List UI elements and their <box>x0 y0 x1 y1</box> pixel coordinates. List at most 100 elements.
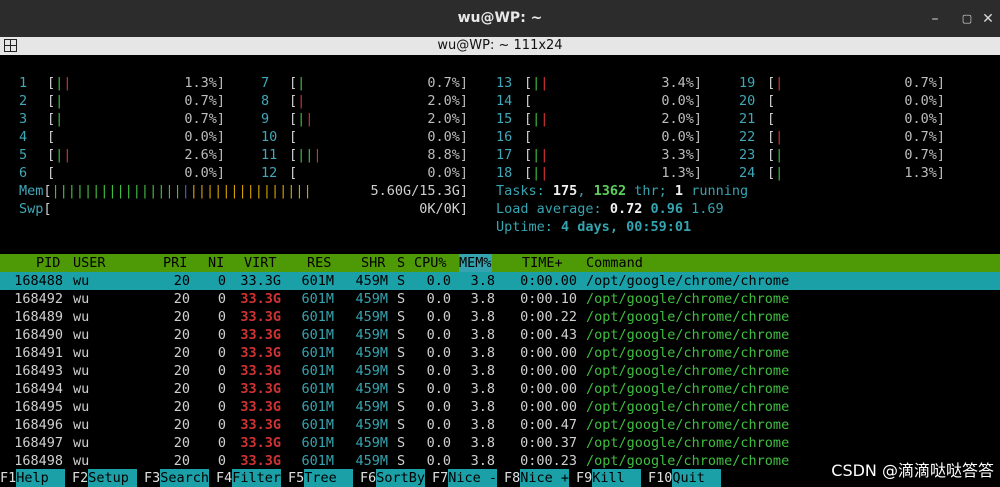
close-icon[interactable]: ✕ <box>978 9 998 29</box>
cell-virt: 33.3G <box>240 363 281 379</box>
cpu-number: 7 <box>261 75 270 91</box>
cpu-number: 4 <box>19 129 28 145</box>
cpu-percent-11: 8.8%] <box>427 147 468 163</box>
cell-cmd: /opt/google/chrome/chrome <box>586 273 790 289</box>
cpu-percent-15: 2.0%] <box>661 111 702 127</box>
cell-virt: 33.3G <box>240 381 281 397</box>
cell-user: wu <box>73 363 90 379</box>
cpu-number: 13 <box>496 75 513 91</box>
table-row[interactable]: 168492 wu 20 0 33.3G 601M 459M S 0.0 3.8 0:00.10/o… <box>0 290 1000 308</box>
cpu-meter-9: 9 [|| <box>261 111 314 127</box>
cpu-number: 20 <box>739 93 756 109</box>
cpu-meter-12: 12[ <box>261 165 298 181</box>
table-row[interactable]: 168497 wu 20 0 33.3G 601M 459M S 0.0 3.8 0:00.37/o… <box>0 434 1000 452</box>
cpu-number: 11 <box>261 147 278 163</box>
cpu-meter-8: 8 [| <box>261 93 306 109</box>
cell-res: 601M <box>301 399 334 415</box>
cell-cmd: /opt/google/chrome/chrome <box>586 453 790 469</box>
col-user[interactable]: USER <box>73 254 106 272</box>
cpu-percent-1: 1.3%] <box>184 75 225 91</box>
cpu-percent-5: 2.6%] <box>184 147 225 163</box>
cpu-meter-22: 22 [| <box>739 129 784 145</box>
process-table-header: PID USER PRI NI VIRT RES SHR S CPU% MEM%… <box>0 254 1000 272</box>
fkey-f3[interactable]: F3Search <box>144 469 210 487</box>
cell-virt: 33.3G <box>240 291 281 307</box>
cell-pri: 20 <box>173 291 190 307</box>
cell-pid: 168498 <box>14 453 63 469</box>
cell-mem: 3.8 <box>470 435 495 451</box>
col-state[interactable]: S <box>397 254 405 272</box>
cell-time: 0:00.22 <box>520 309 577 325</box>
table-row[interactable]: 168496 wu 20 0 33.3G 601M 459M S 0.0 3.8 0:00.47/o… <box>0 416 1000 434</box>
fkey-f5[interactable]: F5Tree <box>288 469 354 487</box>
uptime: Uptime: 4 days, 00:59:01 <box>496 219 692 235</box>
cell-ni: 0 <box>217 453 226 469</box>
tasks-line: Tasks: 175, 1362 thr; 1 running <box>496 183 749 199</box>
col-shr[interactable]: SHR <box>361 254 385 272</box>
cell-cpu: 0.0 <box>426 327 451 343</box>
fkey-f10[interactable]: F10Quit <box>648 469 722 487</box>
cell-pid: 168493 <box>14 363 63 379</box>
cpu-percent-13: 3.4%] <box>661 75 702 91</box>
cell-s: S <box>397 327 406 343</box>
watermark: CSDN @滴滴哒哒答答 <box>831 461 994 480</box>
cell-pid: 168495 <box>14 399 63 415</box>
cell-cpu: 0.0 <box>426 363 451 379</box>
table-row[interactable]: 168495 wu 20 0 33.3G 601M 459M S 0.0 3.8 0:00.00/o… <box>0 398 1000 416</box>
col-pid[interactable]: PID <box>36 254 60 272</box>
cell-cpu: 0.0 <box>426 417 451 433</box>
col-pri[interactable]: PRI <box>163 254 187 272</box>
cpu-number: 16 <box>496 129 513 145</box>
cell-time: 0:00.00 <box>520 363 577 379</box>
cpu-number: 8 <box>261 93 270 109</box>
cell-mem: 3.8 <box>470 453 495 469</box>
cell-cpu: 0.0 <box>426 291 451 307</box>
fkey-f2[interactable]: F2Setup <box>72 469 138 487</box>
col-command[interactable]: Command <box>586 254 643 272</box>
cell-time: 0:00.00 <box>520 273 577 289</box>
table-row[interactable]: 168493 wu 20 0 33.3G 601M 459M S 0.0 3.8 0:00.00/o… <box>0 362 1000 380</box>
table-row[interactable]: 168488 wu 20 0 33.3G 601M 459M S 0.0 3.8 0:00.00/o… <box>0 272 1000 290</box>
cell-mem: 3.8 <box>470 273 495 289</box>
cell-s: S <box>397 435 406 451</box>
table-row[interactable]: 168491 wu 20 0 33.3G 601M 459M S 0.0 3.8 0:00.00/o… <box>0 344 1000 362</box>
cell-time: 0:00.00 <box>520 399 577 415</box>
col-res[interactable]: RES <box>307 254 331 272</box>
table-row[interactable]: 168489 wu 20 0 33.3G 601M 459M S 0.0 3.8 0:00.22/o… <box>0 308 1000 326</box>
cell-shr: 459M <box>355 453 388 469</box>
fkey-f9[interactable]: F9Kill <box>576 469 642 487</box>
cell-ni: 0 <box>217 273 226 289</box>
col-ni[interactable]: NI <box>208 254 224 272</box>
cell-user: wu <box>73 399 90 415</box>
cell-mem: 3.8 <box>470 327 495 343</box>
minimize-icon[interactable]: – <box>925 9 945 29</box>
fkey-f1[interactable]: F1Help <box>0 469 66 487</box>
cell-mem: 3.8 <box>470 399 495 415</box>
cell-pid: 168496 <box>14 417 63 433</box>
cell-s: S <box>397 363 406 379</box>
cell-time: 0:00.00 <box>520 345 577 361</box>
col-virt[interactable]: VIRT <box>244 254 277 272</box>
cpu-percent-3: 0.7%] <box>184 111 225 127</box>
cell-user: wu <box>73 453 90 469</box>
cell-ni: 0 <box>217 435 226 451</box>
cell-res: 601M <box>301 345 334 361</box>
cell-pri: 20 <box>173 435 190 451</box>
fkey-f7[interactable]: F7Nice - <box>432 469 498 487</box>
cell-user: wu <box>73 273 90 289</box>
fkey-f6[interactable]: F6SortBy <box>360 469 426 487</box>
table-row[interactable]: 168490 wu 20 0 33.3G 601M 459M S 0.0 3.8 0:00.43/o… <box>0 326 1000 344</box>
cell-virt: 33.3G <box>240 453 281 469</box>
fkey-f4[interactable]: F4Filter <box>216 469 282 487</box>
cpu-meter-21: 21[ <box>739 111 776 127</box>
cell-virt: 33.3G <box>240 435 281 451</box>
table-row[interactable]: 168494 wu 20 0 33.3G 601M 459M S 0.0 3.8 0:00.00/o… <box>0 380 1000 398</box>
cell-user: wu <box>73 327 90 343</box>
col-mem-sorted[interactable]: MEM% <box>459 254 492 272</box>
cpu-percent-23: 0.7%] <box>904 147 945 163</box>
maximize-icon[interactable]: ▢ <box>957 9 977 29</box>
window-title: wu@WP: ~ <box>457 10 543 26</box>
col-time[interactable]: TIME+ <box>522 254 563 272</box>
col-cpu[interactable]: CPU% <box>414 254 447 272</box>
fkey-f8[interactable]: F8Nice + <box>504 469 570 487</box>
